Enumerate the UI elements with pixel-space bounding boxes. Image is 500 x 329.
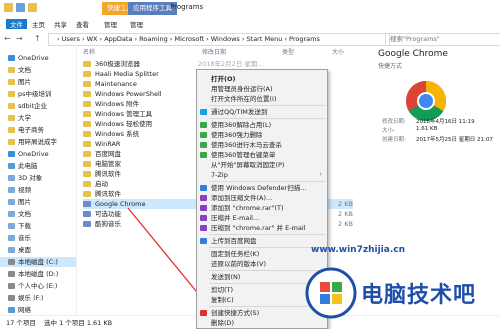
context-menu-item[interactable]: 从"开始"屏幕取消固定(P) — [197, 160, 327, 170]
menu-item-label: 压缩并 E-mail... — [211, 214, 260, 222]
context-menu-item[interactable]: 打开(O) — [197, 74, 327, 84]
menu-item-icon — [200, 195, 207, 201]
menu-separator — [209, 270, 325, 271]
context-menu-item[interactable]: 使用360强力删除 — [197, 130, 327, 140]
menu-separator — [209, 118, 325, 119]
submenu-arrow-icon: › — [319, 273, 322, 280]
menu-separator — [209, 306, 325, 307]
menu-item-label: 使用 Windows Defender扫描... — [211, 184, 307, 192]
menu-separator — [209, 234, 325, 235]
menu-separator — [209, 181, 325, 182]
menu-separator — [209, 283, 325, 284]
menu-separator — [209, 105, 325, 106]
menu-item-icon — [200, 310, 207, 316]
menu-item-icon — [200, 185, 207, 191]
menu-item-label: 上传到百度网盘 — [211, 237, 257, 245]
context-menu-item[interactable]: 使用360管理右键菜单 — [197, 150, 327, 160]
context-menu-item[interactable]: 复制(C) — [197, 295, 327, 305]
menu-item-icon — [200, 238, 207, 244]
menu-item-label: 固定到任务栏(K) — [211, 250, 260, 258]
context-menu-item[interactable]: 发送到(N) › — [197, 272, 327, 282]
submenu-arrow-icon: › — [319, 171, 322, 178]
context-menu-item[interactable]: 剪切(T) — [197, 285, 327, 295]
menu-item-icon — [200, 142, 207, 148]
menu-item-label: 复制(C) — [211, 296, 234, 304]
menu-item-icon — [200, 225, 207, 231]
menu-item-label: 通过QQ/TIM发送到 — [211, 108, 268, 116]
context-menu-item[interactable]: 还原以前的版本(V) — [197, 259, 327, 269]
menu-separator — [209, 247, 325, 248]
menu-item-label: 发送到(N) — [211, 273, 241, 281]
menu-item-label: 打开文件所在的位置(I) — [211, 95, 277, 103]
menu-item-label: 使用360管理右键菜单 — [211, 151, 276, 159]
menu-item-icon — [200, 205, 207, 211]
context-menu-item[interactable]: 压缩到 "chrome.rar" 并 E-mail — [197, 223, 327, 233]
menu-item-label: 添加到压缩文件(A)... — [211, 194, 273, 202]
menu-item-icon — [200, 122, 207, 128]
context-menu-item[interactable]: 使用 Windows Defender扫描... — [197, 183, 327, 193]
menu-item-label: 用管理员身份运行(A) — [211, 85, 273, 93]
menu-item-icon — [200, 109, 207, 115]
context-menu-item[interactable]: 通过QQ/TIM发送到 — [197, 107, 327, 117]
context-menu-item[interactable]: 使用360进行木马云查杀 — [197, 140, 327, 150]
menu-item-label: 使用360解除占用(L) — [211, 121, 272, 129]
menu-item-icon — [200, 152, 207, 158]
menu-item-label: 压缩到 "chrome.rar" 并 E-mail — [211, 224, 306, 232]
menu-item-label: 使用360进行木马云查杀 — [211, 141, 282, 149]
context-menu-item[interactable]: 固定到任务栏(K) — [197, 249, 327, 259]
context-menu-item[interactable]: 用管理员身份运行(A) — [197, 84, 327, 94]
context-menu-item[interactable]: 压缩并 E-mail... — [197, 213, 327, 223]
menu-item-icon — [200, 132, 207, 138]
menu-item-label: 添加到 "chrome.rar"(T) — [211, 204, 284, 212]
menu-item-icon — [200, 215, 207, 221]
menu-item-label: 使用360强力删除 — [211, 131, 263, 139]
context-menu-item[interactable]: 7-Zip › — [197, 170, 327, 180]
context-menu-item[interactable]: 创建快捷方式(S) — [197, 308, 327, 318]
menu-item-label: 从"开始"屏幕取消固定(P) — [211, 161, 285, 169]
menu-item-label: 还原以前的版本(V) — [211, 260, 267, 268]
context-menu: 打开(O) 用管理员身份运行(A) 打开文件所在的位置(I) 通过QQ/TIM发送到使… — [196, 69, 328, 329]
context-menu-item[interactable]: 添加到 "chrome.rar"(T) — [197, 203, 327, 213]
context-menu-item[interactable]: 上传到百度网盘 — [197, 236, 327, 246]
menu-item-label: 创建快捷方式(S) — [211, 309, 260, 317]
menu-item-label: 打开(O) — [211, 75, 236, 83]
menu-item-label: 剪切(T) — [211, 286, 234, 294]
context-menu-item[interactable]: 打开文件所在的位置(I) — [197, 94, 327, 104]
context-menu-item[interactable]: 使用360解除占用(L) — [197, 120, 327, 130]
menu-item-label: 7-Zip — [211, 171, 228, 179]
context-menu-item[interactable]: 添加到压缩文件(A)... — [197, 193, 327, 203]
